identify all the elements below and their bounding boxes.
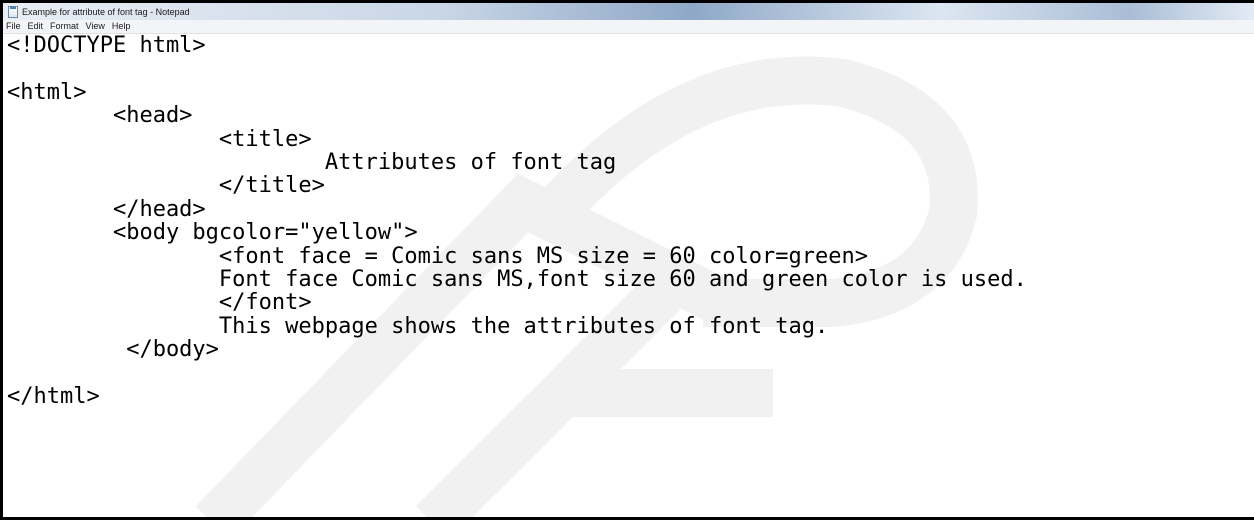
code-line: This webpage shows the attributes of fon… — [7, 313, 829, 339]
code-line: </font> — [7, 290, 312, 316]
menu-help[interactable]: Help — [109, 20, 135, 33]
menu-format[interactable]: Format — [47, 20, 83, 33]
code-line: </title> — [7, 173, 325, 199]
code-line: <html> — [7, 79, 87, 105]
title-bar[interactable]: Example for attribute of font tag - Note… — [3, 3, 1254, 20]
notepad-icon — [8, 5, 18, 18]
code-line: <body bgcolor="yellow"> — [7, 220, 418, 246]
code-line: </html> — [7, 383, 100, 409]
text-editor-area[interactable]: <!DOCTYPE html> <html> <head> <title> At… — [7, 34, 1254, 517]
notepad-window: Example for attribute of font tag - Note… — [0, 0, 1254, 520]
menu-view[interactable]: View — [83, 20, 109, 33]
code-line: <title> — [7, 126, 312, 152]
menu-file[interactable]: File — [3, 20, 25, 33]
code-line: </body> — [7, 337, 219, 363]
code-line: <font face = Comic sans MS size = 60 col… — [7, 243, 868, 269]
window-title: Example for attribute of font tag - Note… — [22, 6, 190, 17]
code-line: <head> — [7, 103, 193, 129]
code-line: Attributes of font tag — [7, 149, 617, 175]
code-line: <!DOCTYPE html> — [7, 34, 206, 58]
code-line: Font face Comic sans MS,font size 60 and… — [7, 266, 1027, 292]
code-line: </head> — [7, 196, 206, 222]
menu-bar: File Edit Format View Help — [3, 20, 1254, 34]
menu-edit[interactable]: Edit — [25, 20, 48, 33]
